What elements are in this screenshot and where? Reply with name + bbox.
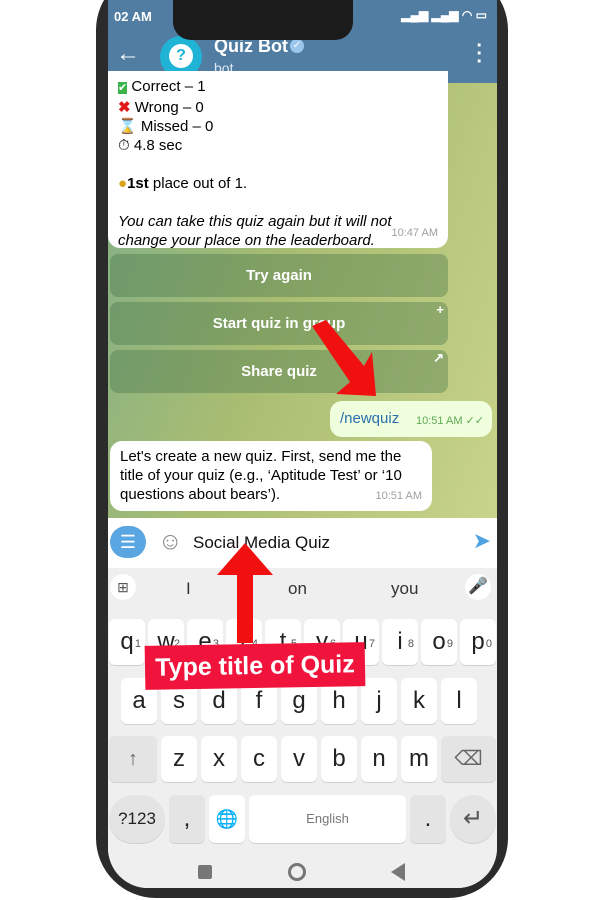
emoji-icon[interactable]: ☺	[158, 528, 183, 556]
key-j[interactable]: j	[361, 678, 397, 724]
suggestion[interactable]: I	[186, 579, 191, 599]
key-b[interactable]: b	[321, 736, 357, 782]
place-rank: 1st	[127, 175, 149, 192]
start-quiz-in-group-button[interactable]: Start quiz in group +	[110, 302, 448, 345]
quiz-results-message: ✔ Correct – 1 ✖ Wrong – 0 ⌛ Missed – 0 ⏱…	[108, 71, 448, 249]
key-k[interactable]: k	[401, 678, 437, 724]
key-l[interactable]: l	[441, 678, 477, 724]
place-text: place out of 1.	[148, 175, 248, 192]
apps-grid-icon[interactable]: ⊞	[110, 574, 136, 600]
arrow-left-icon[interactable]: ←	[116, 40, 140, 68]
key-c[interactable]: c	[241, 736, 277, 782]
quiz-time: 4.8 sec	[133, 137, 183, 154]
red-arrow-up	[217, 543, 273, 643]
key-number-hint: 9	[446, 638, 453, 650]
menu-icon[interactable]: ☰	[110, 526, 146, 558]
camera-notch	[173, 0, 353, 40]
newquiz-command[interactable]: /newquiz	[340, 410, 399, 427]
medal-icon: ●	[118, 175, 128, 192]
signal-wifi-battery-icon: ▂▄▆ ▂▄▆ ◠ ▭	[401, 8, 487, 22]
annotation-label: Type title of Quiz	[144, 642, 366, 690]
backspace-icon[interactable]: ⌫	[441, 736, 496, 782]
verified-badge-icon: ✓	[290, 39, 304, 53]
navigation-bar	[108, 855, 497, 888]
double-check-icon: ✓✓	[465, 415, 484, 427]
outgoing-message: /newquiz 10:51 AM ✓✓	[330, 401, 492, 437]
suggestion-bar: ⊞ I on you 🎤	[108, 568, 497, 610]
share-quiz-button[interactable]: Share quiz ↗	[110, 350, 448, 393]
share-icon: ↗	[433, 350, 444, 365]
comma-key[interactable]: ,	[169, 795, 205, 843]
home-button[interactable]	[288, 863, 306, 881]
key-n[interactable]: n	[361, 736, 397, 782]
symbols-key[interactable]: ?123	[109, 795, 165, 843]
enter-icon[interactable]: ↵	[450, 795, 496, 843]
message-time: 10:51 AM ✓✓	[416, 415, 484, 427]
key-i[interactable]: i8	[382, 619, 418, 665]
message-input-bar: ☰ ☺ Social Media Quiz ➤	[108, 518, 497, 568]
message-time: 10:47 AM	[391, 227, 438, 239]
key-p[interactable]: p0	[460, 619, 496, 665]
suggestion[interactable]: you	[391, 579, 418, 599]
key-q[interactable]: q1	[109, 619, 145, 665]
correct-count: Correct – 1	[131, 78, 206, 95]
status-time: 02 AM	[114, 9, 152, 24]
leaderboard-note: You can take this quiz again but it will…	[118, 213, 392, 249]
try-again-button[interactable]: Try again	[110, 254, 448, 297]
key-v[interactable]: v	[281, 736, 317, 782]
chat-area: ✔ Correct – 1 ✖ Wrong – 0 ⌛ Missed – 0 ⏱…	[108, 71, 497, 518]
wrong-count: Wrong – 0	[134, 99, 204, 116]
key-m[interactable]: m	[401, 736, 437, 782]
key-o[interactable]: o9	[421, 619, 457, 665]
message-time: 10:51 AM	[375, 490, 422, 502]
recent-apps-button[interactable]	[198, 865, 212, 879]
suggestion[interactable]: on	[288, 579, 307, 599]
incoming-message: Let's create a new quiz. First, send me …	[110, 441, 432, 511]
shift-key-icon[interactable]: ↑	[109, 736, 157, 782]
period-key[interactable]: .	[410, 795, 446, 843]
hourglass-icon: ⌛	[118, 118, 137, 135]
send-icon[interactable]: ➤	[473, 528, 491, 554]
cross-icon: ✖	[118, 99, 131, 116]
plus-icon: +	[436, 302, 444, 317]
missed-count: Missed – 0	[140, 118, 214, 135]
space-key[interactable]: English	[249, 795, 406, 843]
check-icon: ✔	[118, 82, 128, 94]
key-x[interactable]: x	[201, 736, 237, 782]
key-number-hint: 8	[407, 638, 414, 650]
key-number-hint: 7	[368, 638, 375, 650]
key-number-hint: 1	[134, 638, 141, 650]
more-vertical-icon[interactable]: · · ·	[476, 36, 483, 72]
back-button[interactable]	[391, 863, 405, 881]
question-icon: ?	[169, 44, 193, 68]
phone-screen: 02 AM ▂▄▆ ▂▄▆ ◠ ▭ ← ? Quiz Bot ✓ bot · · ·…	[108, 0, 497, 888]
globe-icon[interactable]: 🌐	[209, 795, 245, 843]
key-z[interactable]: z	[161, 736, 197, 782]
key-number-hint: 0	[485, 638, 492, 650]
red-arrow-down-right	[312, 320, 376, 396]
microphone-icon[interactable]: 🎤	[465, 574, 491, 600]
stopwatch-icon: ⏱	[118, 137, 130, 154]
